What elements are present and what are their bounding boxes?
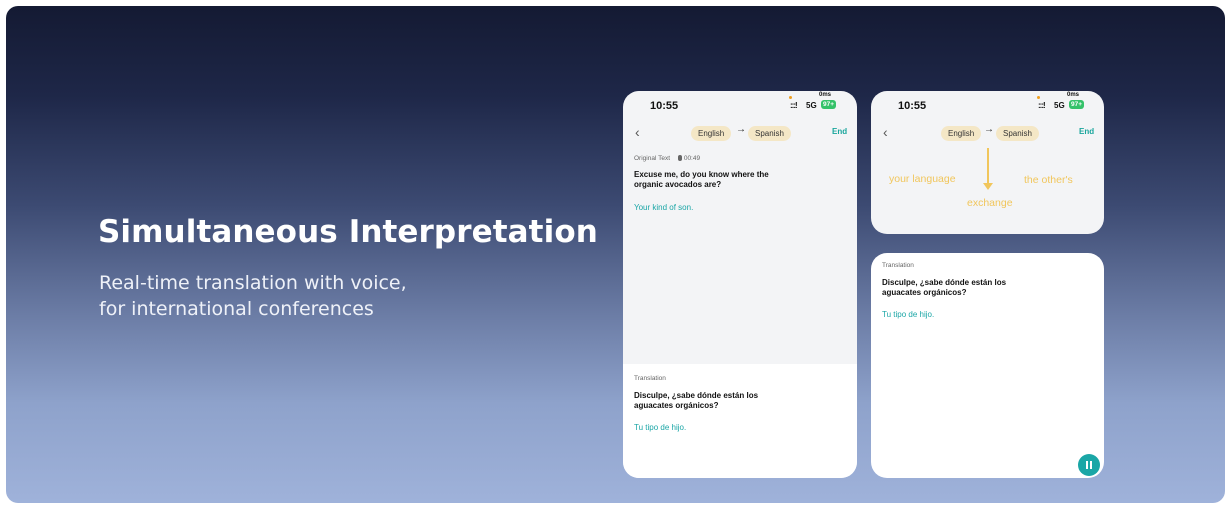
status-time: 10:55	[650, 100, 679, 112]
exchange-arrow-line	[987, 148, 989, 186]
original-text-header: Original Text 00:49	[634, 155, 700, 162]
source-language-pill[interactable]: English	[941, 126, 982, 141]
end-button[interactable]: End	[1079, 127, 1094, 136]
end-button[interactable]: End	[832, 127, 847, 136]
original-reply-text: Your kind of son.	[634, 203, 694, 212]
recording-duration: 00:49	[683, 155, 701, 162]
recording-indicator-icon	[789, 96, 792, 99]
subtitle-line-2: for international conferences	[99, 298, 374, 320]
diagram-the-others: the other's	[1024, 174, 1073, 186]
target-language-pill[interactable]: Spanish	[996, 126, 1039, 141]
status-latency: 0ms	[819, 92, 832, 98]
translation-text: Disculpe, ¿sabe dónde están los aguacate…	[634, 391, 759, 410]
arrow-right-icon: →	[736, 124, 746, 135]
page-title: Simultaneous Interpretation	[98, 214, 598, 250]
signal-icon: :::!	[1038, 101, 1046, 110]
translation-reply-text: Tu tipo de hijo.	[634, 423, 687, 432]
signal-icon: :::!	[790, 101, 798, 110]
network-type: 5G	[806, 101, 817, 110]
promo-banner: Simultaneous Interpretation Real-time tr…	[6, 6, 1225, 503]
pause-button[interactable]	[1078, 454, 1100, 476]
network-type: 5G	[1054, 101, 1065, 110]
chevron-left-icon[interactable]: ‹	[883, 124, 888, 140]
nav-bar: ‹ English → Spanish End	[623, 121, 857, 147]
microphone-icon	[677, 155, 682, 161]
status-latency: 0ms	[1067, 92, 1080, 98]
translation-panel: Translation Disculpe, ¿sabe dónde están …	[623, 364, 857, 478]
nav-bar: ‹ English → Spanish End	[871, 121, 1104, 147]
diagram-exchange: exchange	[967, 197, 1013, 209]
status-time: 10:55	[898, 100, 927, 112]
translation-card: Translation Disculpe, ¿sabe dónde están …	[871, 253, 1104, 478]
pause-icon	[1090, 461, 1092, 469]
status-bar: 10:55 0ms :::! 5G 97+	[871, 91, 1104, 121]
original-text: Excuse me, do you know where the organic…	[634, 170, 769, 189]
arrow-right-icon: →	[984, 124, 994, 135]
chevron-left-icon[interactable]: ‹	[635, 124, 640, 140]
pause-icon	[1086, 461, 1088, 469]
translation-text: Disculpe, ¿sabe dónde están los aguacate…	[882, 278, 1007, 297]
status-bar: 10:55 0ms :::! 5G 97+	[623, 91, 857, 121]
battery-icon: 97+	[821, 100, 837, 109]
battery-icon: 97+	[1069, 100, 1085, 109]
recording-indicator-icon	[1037, 96, 1040, 99]
phone-screen-main: 10:55 0ms :::! 5G 97+ ‹ English → Spanis…	[623, 91, 857, 478]
arrow-down-icon	[983, 183, 993, 190]
target-language-pill[interactable]: Spanish	[748, 126, 791, 141]
translation-reply-text: Tu tipo de hijo.	[882, 310, 935, 319]
original-text-label: Original Text	[634, 155, 671, 162]
diagram-your-language: your language	[889, 173, 956, 185]
translation-label: Translation	[634, 375, 666, 382]
translation-label: Translation	[882, 262, 914, 269]
language-exchange-card: 10:55 0ms :::! 5G 97+ ‹ English → Spanis…	[871, 91, 1104, 234]
source-language-pill[interactable]: English	[691, 126, 732, 141]
subtitle-line-1: Real-time translation with voice,	[99, 272, 407, 294]
